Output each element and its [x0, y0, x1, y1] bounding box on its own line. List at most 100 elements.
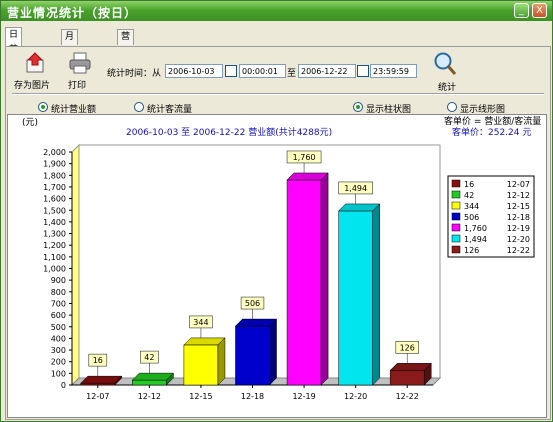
y-tick-label: 900	[51, 276, 66, 285]
window-title: 营业情况统计（按日）	[7, 6, 138, 20]
end-time-field[interactable]: 23:59:59	[370, 64, 417, 78]
x-tick-label: 12-12	[138, 392, 161, 401]
app-window: 营业情况统计（按日） _ X 日营业统计 月营业统计 营业综合统计 存为图片 打…	[0, 0, 553, 422]
save-image-label[interactable]: 存为图片	[14, 78, 50, 91]
bar-front	[338, 210, 373, 386]
legend-value: 344	[464, 202, 479, 211]
legend-value: 506	[464, 213, 479, 222]
bar-front	[389, 370, 425, 386]
legend-swatch	[451, 212, 461, 221]
y-tick-label: 1,800	[43, 171, 66, 180]
close-button[interactable]: X	[532, 3, 547, 18]
legend-date: 12-22	[507, 246, 530, 255]
y-tick-label: 100	[51, 369, 66, 378]
legend-value: 16	[464, 180, 474, 189]
y-tick-label: 0	[61, 381, 66, 390]
bar-side	[320, 172, 329, 386]
legend-date: 12-20	[507, 235, 530, 244]
to-label: 至	[287, 69, 297, 79]
radio-revenue[interactable]	[38, 102, 48, 112]
x-tick-label: 12-07	[86, 392, 109, 401]
stat-label[interactable]: 统计	[438, 80, 456, 93]
y-tick-label: 1,500	[43, 206, 66, 215]
data-label: 344	[193, 318, 208, 327]
bar-front	[183, 344, 219, 386]
bar-front	[132, 379, 167, 386]
print-button[interactable]	[68, 52, 92, 77]
x-tick-label: 12-19	[292, 392, 315, 401]
data-label: 42	[144, 353, 154, 362]
bar-chart: (元) 2006-10-03 至 2006-12-22 营业额(共计4288元)…	[22, 115, 541, 401]
data-label: 1,760	[293, 153, 316, 162]
save-image-icon	[26, 52, 44, 73]
legend-swatch	[451, 223, 461, 232]
chart-area: (元) 2006-10-03 至 2006-12-22 营业额(共计4288元)…	[7, 114, 547, 418]
legend-date: 12-07	[507, 180, 530, 189]
y-tick-label: 400	[51, 334, 66, 343]
y-tick-label: 500	[51, 323, 66, 332]
time-filter-label: 统计时间：从	[107, 69, 162, 79]
legend-value: 1,494	[464, 235, 487, 244]
y-unit-label: (元)	[22, 118, 38, 128]
bar-side	[372, 203, 380, 386]
data-label: 1,494	[344, 184, 367, 193]
bar-12-19: 1,760	[286, 150, 329, 386]
data-label: 126	[400, 343, 415, 352]
y-tick-label: 300	[51, 346, 66, 355]
legend-swatch	[451, 234, 461, 243]
title-bar[interactable]: 营业情况统计（按日） _ X	[1, 1, 552, 21]
avg-price-value: 客单价：252.24 元	[452, 126, 531, 138]
x-tick-label: 12-18	[241, 392, 264, 401]
start-time-checkbox[interactable]	[225, 65, 237, 77]
legend-value: 1,760	[464, 224, 487, 233]
legend-value: 126	[464, 246, 479, 255]
y-tick-label: 200	[51, 358, 66, 367]
legend-date: 12-12	[507, 191, 530, 200]
printer-icon	[69, 52, 91, 74]
radio-line-chart[interactable]	[447, 102, 457, 112]
y-tick-label: 600	[51, 311, 66, 320]
y-tick-label: 700	[51, 299, 66, 308]
start-time-field[interactable]: 00:00:01	[239, 64, 286, 78]
start-date-field[interactable]: 2006-10-03	[165, 64, 223, 78]
bar-front	[235, 325, 270, 386]
plot-side-wall	[71, 143, 80, 387]
print-label[interactable]: 打印	[68, 78, 86, 91]
legend-swatch	[451, 201, 461, 210]
legend-value: 42	[464, 191, 474, 200]
legend-swatch	[451, 245, 461, 254]
end-date-field[interactable]: 2006-12-22	[298, 64, 356, 78]
radio-customers[interactable]	[134, 102, 144, 112]
divider	[12, 93, 544, 95]
end-time-checkbox[interactable]	[357, 65, 369, 77]
bar-12-20: 1,494	[338, 181, 381, 386]
data-label: 506	[245, 299, 260, 308]
bar-front	[286, 179, 322, 386]
tab-monthly[interactable]: 月营业统计	[61, 29, 79, 102]
y-tick-label: 2,000	[43, 148, 66, 157]
y-tick-label: 1,700	[43, 183, 66, 192]
plot-area: 0 100 200 300 400 500 600 700 800 900 1,000 1,100 1,…	[43, 143, 442, 401]
legend-date: 12-18	[507, 213, 530, 222]
tab-summary[interactable]: 营业综合统计	[117, 29, 135, 117]
y-tick-label: 800	[51, 288, 66, 297]
bar-side	[217, 337, 226, 386]
y-tick-label: 1,000	[43, 265, 66, 274]
magnifier-icon	[434, 52, 457, 75]
legend-swatch	[451, 190, 461, 199]
save-image-button[interactable]	[24, 52, 46, 77]
minimize-button[interactable]: _	[514, 3, 529, 18]
data-label: 16	[93, 356, 103, 365]
legend-swatch	[451, 179, 461, 188]
y-tick-label: 1,900	[43, 160, 66, 169]
y-tick-label: 1,100	[43, 253, 66, 262]
legend-date: 12-15	[507, 202, 530, 211]
x-tick-label: 12-22	[396, 392, 419, 401]
chart-header: 2006-10-03 至 2006-12-22 营业额(共计4288元)	[126, 126, 332, 138]
radio-bar-chart[interactable]	[353, 102, 363, 112]
bar-front	[80, 382, 116, 386]
stat-button[interactable]	[432, 51, 458, 80]
x-tick-label: 12-20	[344, 392, 367, 401]
tab-daily[interactable]: 日营业统计	[5, 27, 23, 100]
avg-price-formula: 客单价 = 营业额/客流量	[444, 115, 541, 127]
